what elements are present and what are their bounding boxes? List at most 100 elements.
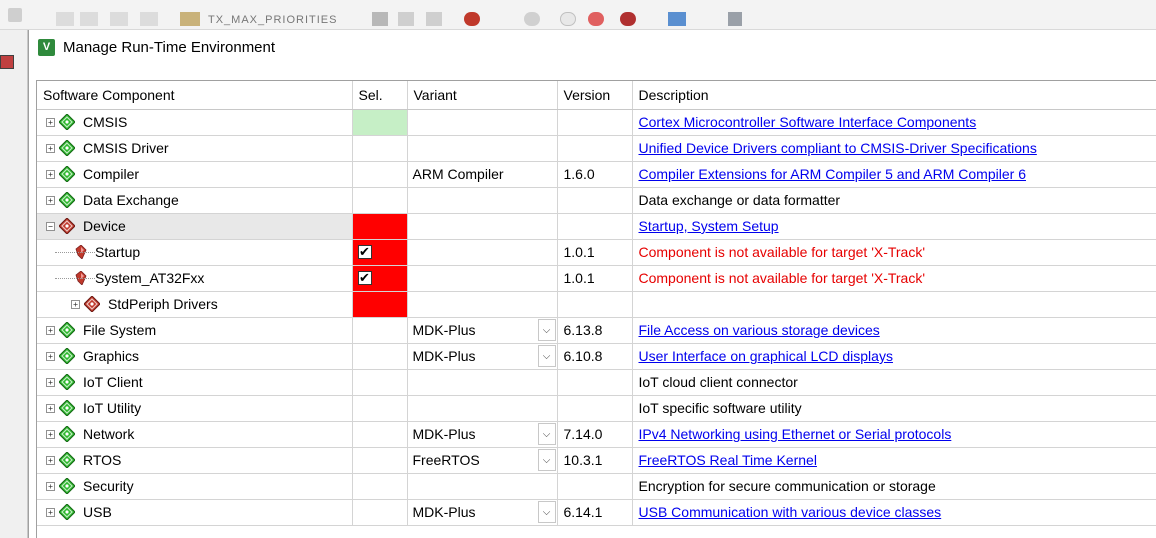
expand-toggle[interactable]: + (46, 325, 55, 335)
sel-cell[interactable]: ✔ (352, 265, 408, 292)
table-row[interactable]: System_AT32Fxx ✔ 1.0.1 Component is not ava… (37, 265, 1156, 292)
component-cell[interactable]: + CMSIS Driver (37, 135, 353, 162)
outdent-icon[interactable] (80, 12, 98, 26)
window-icon[interactable] (668, 12, 686, 26)
table-row[interactable]: + IoT Client IoT cloud client connector (37, 369, 1156, 396)
component-tree-node[interactable]: + StdPeriph Drivers (37, 292, 351, 317)
description-cell[interactable]: Compiler Extensions for ARM Compiler 5 a… (632, 161, 1156, 188)
table-row[interactable]: + CMSIS Driver Unified Device Drivers comp… (37, 135, 1156, 162)
component-tree-node[interactable]: + Network (37, 422, 351, 447)
target-combo[interactable]: TX_MAX_PRIORITIES (208, 14, 337, 26)
sel-cell[interactable] (352, 109, 408, 136)
options-icon[interactable] (620, 12, 636, 26)
table-row[interactable]: + Graphics MDK-Plus ⌵ 6.10.8 User Interface o… (37, 343, 1156, 370)
col-header-component[interactable]: Software Component (37, 81, 353, 110)
expand-toggle[interactable]: + (46, 403, 55, 413)
selection-indicator[interactable] (353, 422, 407, 447)
selection-indicator[interactable]: ✔ (352, 239, 406, 264)
component-cell[interactable]: + CMSIS (37, 109, 353, 136)
kill-breakpoints-icon[interactable] (588, 12, 604, 26)
variant-select[interactable]: MDK-Plus ⌵ (408, 344, 557, 369)
component-cell[interactable]: System_AT32Fxx (37, 265, 353, 292)
table-row[interactable]: + RTOS FreeRTOS ⌵ 10.3.1 FreeRTOS Real Time K… (37, 447, 1156, 474)
description-link[interactable]: USB Communication with various device cl… (639, 504, 942, 520)
component-cell[interactable]: Startup (37, 239, 353, 266)
expand-toggle[interactable]: + (71, 299, 80, 309)
description-cell[interactable]: File Access on various storage devices (632, 317, 1156, 344)
sel-cell[interactable] (352, 187, 408, 214)
variant-select[interactable]: FreeRTOS ⌵ (408, 448, 557, 473)
table-row[interactable]: + Compiler ARM Compiler 1.6.0 Compiler Exten… (37, 161, 1156, 188)
component-tree-node[interactable]: + RTOS (37, 448, 351, 473)
table-row[interactable]: + Security Encryption for secure communica… (37, 473, 1156, 500)
component-cell[interactable]: + Security (37, 473, 353, 500)
component-tree-node[interactable]: + USB (37, 500, 351, 525)
table-row[interactable]: + IoT Utility IoT specific software utilit… (37, 395, 1156, 422)
sel-cell[interactable] (352, 447, 408, 474)
description-link[interactable]: Unified Device Drivers compliant to CMSI… (639, 140, 1037, 156)
chevron-down-icon[interactable]: ⌵ (537, 345, 556, 367)
component-cell[interactable]: + IoT Utility (37, 395, 353, 422)
selection-indicator[interactable] (353, 396, 407, 421)
table-row[interactable]: Startup ✔ 1.0.1 Component is not available … (37, 239, 1156, 266)
breakpoint-icon[interactable] (524, 12, 540, 26)
select-checkbox[interactable]: ✔ (357, 245, 372, 259)
component-tree-node[interactable]: + File System (37, 318, 351, 343)
sel-cell[interactable] (352, 395, 408, 422)
variant-select[interactable]: MDK-Plus ⌵ (408, 422, 557, 447)
table-row[interactable]: + Network MDK-Plus ⌵ 7.14.0 IPv4 Networking u… (37, 421, 1156, 448)
col-header-version[interactable]: Version (557, 81, 633, 110)
expand-toggle[interactable]: + (46, 377, 55, 387)
indent-icon[interactable] (56, 12, 74, 26)
component-tree-node[interactable]: + Data Exchange (37, 188, 351, 213)
component-tree-node[interactable]: + Compiler (37, 162, 351, 187)
select-checkbox[interactable]: ✔ (357, 271, 372, 285)
description-link[interactable]: File Access on various storage devices (639, 322, 880, 338)
find-icon[interactable] (180, 12, 200, 26)
variant-cell[interactable]: MDK-Plus ⌵ (407, 317, 558, 344)
expand-toggle[interactable]: + (46, 195, 55, 205)
description-cell[interactable]: FreeRTOS Real Time Kernel (632, 447, 1156, 474)
sel-cell[interactable] (352, 213, 408, 240)
description-link[interactable]: Cortex Microcontroller Software Interfac… (639, 114, 977, 130)
component-cell[interactable]: − Device (37, 213, 353, 240)
chevron-down-icon[interactable]: ⌵ (537, 449, 556, 471)
col-header-variant[interactable]: Variant (407, 81, 558, 110)
chevron-down-icon[interactable]: ⌵ (537, 501, 556, 523)
description-cell[interactable]: IPv4 Networking using Ethernet or Serial… (632, 421, 1156, 448)
breakpoint-disable-icon[interactable] (560, 12, 576, 26)
sel-cell[interactable] (352, 291, 408, 318)
component-cell[interactable]: + File System (37, 317, 353, 344)
expand-toggle[interactable]: + (46, 455, 55, 465)
table-row[interactable]: + File System MDK-Plus ⌵ 6.13.8 File Access o… (37, 317, 1156, 344)
selection-indicator[interactable] (353, 448, 407, 473)
sel-cell[interactable] (352, 343, 408, 370)
sel-cell[interactable] (352, 317, 408, 344)
sel-cell[interactable] (352, 499, 408, 526)
description-cell[interactable]: Unified Device Drivers compliant to CMSI… (632, 135, 1156, 162)
description-link[interactable]: Startup, System Setup (639, 218, 779, 234)
description-cell[interactable]: User Interface on graphical LCD displays (632, 343, 1156, 370)
chevron-down-icon[interactable]: ⌵ (537, 423, 556, 445)
variant-cell[interactable]: FreeRTOS ⌵ (407, 447, 558, 474)
variant-cell[interactable]: MDK-Plus ⌵ (407, 343, 558, 370)
batch-icon[interactable] (426, 12, 442, 26)
selection-indicator[interactable] (353, 500, 407, 525)
selection-indicator[interactable] (353, 188, 407, 213)
chevron-down-icon[interactable]: ⌵ (537, 319, 556, 341)
table-row[interactable]: + StdPeriph Drivers (37, 291, 1156, 318)
sel-cell[interactable] (352, 421, 408, 448)
selection-indicator[interactable] (353, 474, 407, 499)
selection-indicator[interactable] (353, 136, 407, 161)
variant-cell[interactable]: MDK-Plus ⌵ (407, 499, 558, 526)
expand-toggle[interactable]: + (46, 117, 55, 127)
table-row[interactable]: − Device Startup, System Setup (37, 213, 1156, 240)
description-cell[interactable]: Cortex Microcontroller Software Interfac… (632, 109, 1156, 136)
expand-toggle[interactable]: + (46, 507, 55, 517)
debug-icon[interactable] (464, 12, 480, 26)
component-cell[interactable]: + StdPeriph Drivers (37, 291, 353, 318)
selection-indicator[interactable] (352, 291, 406, 316)
description-cell[interactable]: USB Communication with various device cl… (632, 499, 1156, 526)
variant-select[interactable]: MDK-Plus ⌵ (408, 318, 557, 343)
component-cell[interactable]: + Data Exchange (37, 187, 353, 214)
